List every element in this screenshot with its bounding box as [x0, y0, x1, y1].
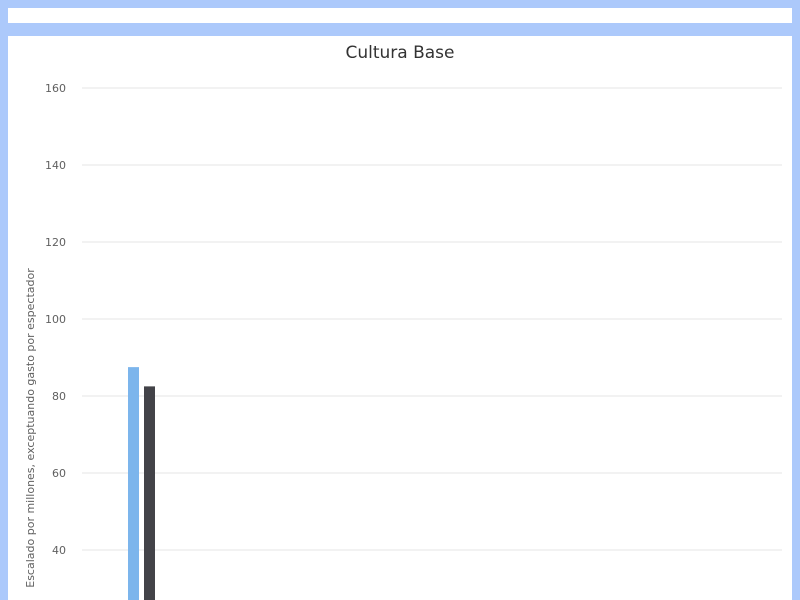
- y-tick-label-120: 120: [45, 236, 66, 249]
- y-tick-label-40: 40: [52, 544, 66, 557]
- chart-plot: 40 60 80 100 120 140 160 Escalado por millones…: [24, 82, 782, 600]
- y-tick-label-60: 60: [52, 467, 66, 480]
- y-tick-label-160: 160: [45, 82, 66, 95]
- bar-series-1-cat-1[interactable]: [128, 367, 139, 600]
- y-tick-label-100: 100: [45, 313, 66, 326]
- chart-panel: Cultura Base 40 60 80 100 120 140 160 Escalado…: [8, 36, 792, 600]
- y-axis-label: Escalado por millones, exceptuando gasto…: [24, 268, 37, 588]
- top-strip: [8, 8, 792, 23]
- bar-layer: [128, 367, 155, 600]
- tick-layer: 40 60 80 100 120 140 160: [45, 82, 66, 557]
- bar-series-2-cat-1[interactable]: [144, 386, 155, 600]
- y-tick-label-80: 80: [52, 390, 66, 403]
- grid-layer: [82, 87, 782, 551]
- y-tick-label-140: 140: [45, 159, 66, 172]
